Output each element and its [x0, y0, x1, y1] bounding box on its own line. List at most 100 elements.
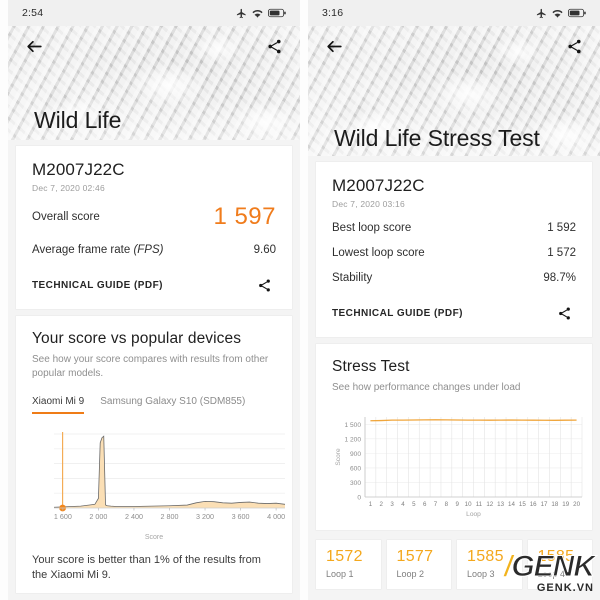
svg-text:2: 2 — [380, 501, 384, 508]
stress-subtitle: See how performance changes under load — [332, 382, 521, 393]
overall-score-value: 1 597 — [213, 203, 276, 230]
fps-row: Average frame rate (FPS) 9.60 — [32, 244, 276, 256]
svg-text:1 600: 1 600 — [54, 512, 72, 521]
svg-text:3: 3 — [390, 501, 394, 508]
svg-text:3 200: 3 200 — [196, 512, 214, 521]
page-title: Wild Life — [34, 107, 122, 133]
svg-text:13: 13 — [497, 501, 504, 508]
result-card: M2007J22C Dec 7, 2020 02:46 Overall scor… — [16, 146, 292, 309]
svg-text:1 500: 1 500 — [344, 422, 361, 429]
fps-label-text: Average frame rate — [32, 244, 134, 256]
svg-text:4 000: 4 000 — [267, 512, 285, 521]
distribution-svg: 1 600 2 000 2 400 2 800 3 200 3 600 4 000 — [54, 432, 285, 521]
tab-samsung-galaxy-s10[interactable]: Samsung Galaxy S10 (SDM855) — [100, 396, 245, 414]
battery-icon — [568, 8, 586, 18]
share-button[interactable] — [262, 34, 286, 58]
technical-guide-row-right[interactable]: TECHNICAL GUIDE (PDF) — [332, 301, 576, 325]
page-title-right: Wild Life Stress Test — [334, 125, 540, 151]
svg-text:2 000: 2 000 — [89, 512, 107, 521]
best-loop-label: Best loop score — [332, 222, 412, 234]
loop-name: Loop 4 — [537, 569, 566, 579]
battery-icon — [268, 8, 286, 18]
score-distribution-chart: 1 600 2 000 2 400 2 800 3 200 3 600 4 000 Scor… — [32, 430, 285, 541]
svg-text:10: 10 — [465, 501, 472, 508]
svg-text:600: 600 — [350, 466, 361, 473]
compare-title: Your score vs popular devices — [32, 330, 242, 347]
compare-subtitle: See how your score compares with results… — [32, 354, 269, 379]
back-button[interactable] — [322, 34, 346, 58]
svg-text:Loop: Loop — [466, 511, 481, 518]
loop-card[interactable]: 1577 Loop 2 — [386, 540, 451, 589]
hero-header-right: Wild Life Stress Test — [308, 26, 600, 156]
airplane-mode-icon — [236, 8, 247, 19]
svg-text:8: 8 — [445, 501, 449, 508]
loop-score: 1585 — [467, 548, 504, 565]
wifi-icon — [552, 8, 563, 19]
benchmark-date: Dec 7, 2020 03:16 — [332, 199, 405, 209]
technical-guide-label[interactable]: TECHNICAL GUIDE (PDF) — [32, 280, 163, 291]
loop-card[interactable]: 1585 Loop 4 — [527, 540, 592, 589]
svg-text:4: 4 — [401, 501, 405, 508]
share-button-card[interactable] — [252, 273, 276, 297]
svg-text:12: 12 — [486, 501, 493, 508]
phone-panel-stress: 3:16 Wild Life Stress Test M2007J22C Dec… — [308, 0, 600, 600]
stress-svg: 03006009001 2001 5001 2 3 4 5 6 7 8 9 10 11 12 13 14 1… — [335, 417, 583, 518]
status-bar: 2:54 — [8, 0, 300, 26]
loop-name: Loop 2 — [396, 569, 425, 579]
wifi-icon — [252, 8, 263, 19]
svg-text:Score: Score — [335, 448, 342, 466]
share-button[interactable] — [562, 34, 586, 58]
hero-toolbar-right — [308, 26, 600, 66]
compare-footnote: Your score is better than 1% of the resu… — [32, 554, 261, 581]
svg-text:1 200: 1 200 — [344, 436, 361, 443]
phone-panel-wildlife: 2:54 Wild Life M2007J22C Dec 7, 2020 02:… — [8, 0, 300, 600]
stability-label: Stability — [332, 272, 373, 284]
compare-card: Your score vs popular devices See how yo… — [16, 316, 292, 593]
device-tabs: Xiaomi Mi 9 Samsung Galaxy S10 (SDM855) — [32, 396, 276, 414]
loop-card[interactable]: 1572 Loop 1 — [316, 540, 381, 589]
loop-card-list: 1572 Loop 1 1577 Loop 2 1585 Loop 3 1585… — [316, 540, 592, 589]
svg-text:6: 6 — [423, 501, 427, 508]
svg-text:300: 300 — [350, 480, 361, 487]
screenshot-stage: 2:54 Wild Life M2007J22C Dec 7, 2020 02:… — [0, 0, 600, 600]
loop-card[interactable]: 1585 Loop 3 — [457, 540, 522, 589]
best-loop-value: 1 592 — [547, 222, 576, 234]
device-name: M2007J22C — [332, 176, 425, 195]
stress-test-card: Stress Test See how performance changes … — [316, 344, 592, 530]
stability-value: 98.7% — [543, 272, 576, 284]
loop-score: 1572 — [326, 548, 363, 565]
stress-test-chart: 0 300 600 900 1 200 1 500 1 2 3 4 5 6 7 8 9 10 11 12 13 14 1… — [332, 409, 583, 526]
status-icon-group — [236, 8, 286, 19]
result-card-right: M2007J22C Dec 7, 2020 03:16 Best loop sc… — [316, 162, 592, 337]
back-button[interactable] — [22, 34, 46, 58]
device-name: M2007J22C — [32, 160, 125, 179]
hero-header: Wild Life — [8, 26, 300, 140]
distribution-x-axis-label: Score — [144, 534, 164, 541]
svg-text:5: 5 — [412, 501, 416, 508]
svg-text:17: 17 — [541, 501, 548, 508]
svg-text:900: 900 — [350, 451, 361, 458]
svg-text:3 600: 3 600 — [232, 512, 250, 521]
lowest-loop-row: Lowest loop score 1 572 — [332, 247, 576, 259]
svg-text:0: 0 — [357, 495, 361, 502]
loop-name: Loop 3 — [467, 569, 495, 579]
loop-score: 1577 — [396, 548, 434, 565]
tab-xiaomi-mi-9[interactable]: Xiaomi Mi 9 — [32, 396, 85, 414]
technical-guide-label[interactable]: TECHNICAL GUIDE (PDF) — [332, 308, 463, 319]
svg-text:19: 19 — [562, 501, 569, 508]
fps-label-unit: (FPS) — [133, 244, 164, 256]
stability-row: Stability 98.7% — [332, 272, 576, 284]
svg-text:14: 14 — [508, 501, 515, 508]
lowest-loop-label: Lowest loop score — [332, 247, 425, 259]
svg-text:9: 9 — [455, 501, 459, 508]
svg-text:1: 1 — [369, 501, 373, 508]
svg-text:7: 7 — [434, 501, 438, 508]
fps-label: Average frame rate (FPS) — [32, 244, 163, 256]
loop-name: Loop 1 — [326, 569, 354, 579]
status-time: 2:54 — [22, 7, 44, 19]
share-button-card[interactable] — [552, 301, 576, 325]
loop-score: 1585 — [537, 548, 575, 565]
overall-score-row: Overall score 1 597 — [32, 203, 276, 231]
benchmark-date: Dec 7, 2020 02:46 — [32, 183, 105, 193]
technical-guide-row[interactable]: TECHNICAL GUIDE (PDF) — [32, 273, 276, 297]
